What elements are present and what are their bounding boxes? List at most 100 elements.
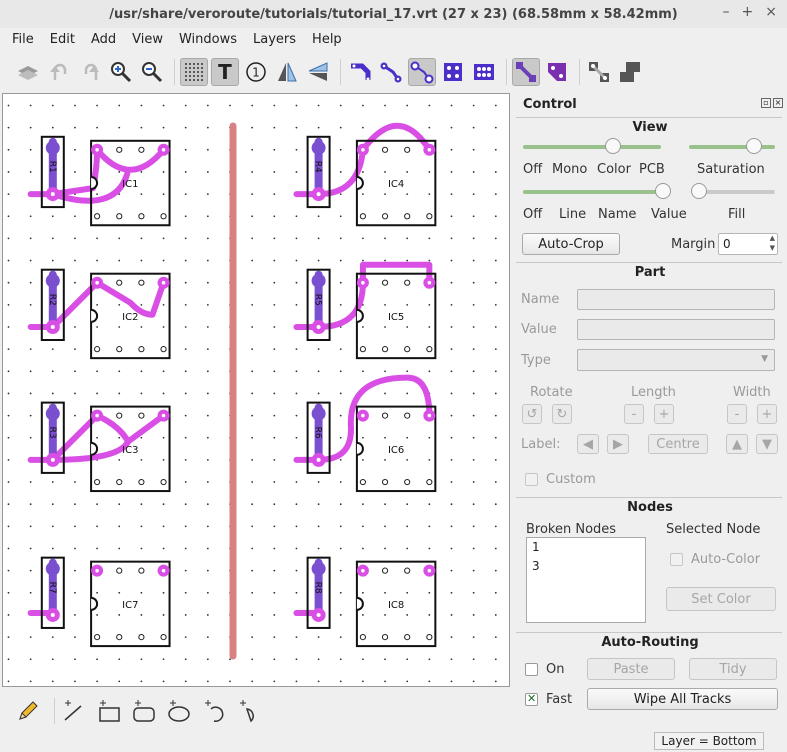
grid-dot	[7, 591, 10, 594]
grid-dot	[273, 348, 276, 351]
minimize-button[interactable]: –	[723, 4, 730, 20]
add-line-icon[interactable]	[60, 697, 88, 725]
width-minus-button[interactable]: -	[727, 404, 747, 424]
add-rect-icon[interactable]	[95, 697, 123, 725]
track-style-1-icon[interactable]	[346, 58, 374, 86]
zoom-out-icon[interactable]	[138, 58, 166, 86]
saturation-slider[interactable]	[689, 145, 775, 149]
set-color-button[interactable]: Set Color	[666, 587, 776, 611]
fast-checkbox[interactable]	[525, 692, 538, 706]
label-right-button[interactable]: ▶	[607, 434, 629, 454]
ic-pin-hole	[361, 568, 365, 573]
label-centre-button[interactable]: Centre	[648, 434, 708, 454]
fill-slider[interactable]	[699, 190, 775, 194]
close-button[interactable]: ×	[765, 4, 777, 20]
grid-dot	[384, 614, 386, 616]
rotate-ccw-button[interactable]: ↺	[522, 404, 542, 424]
list-item[interactable]: 1	[527, 538, 645, 557]
auto-crop-button[interactable]: Auto-Crop	[522, 233, 620, 255]
zoom-in-icon[interactable]	[107, 58, 135, 86]
grid-icon[interactable]	[180, 58, 208, 86]
menu-file[interactable]: File	[4, 32, 42, 47]
name-field[interactable]	[577, 289, 775, 310]
undo-icon[interactable]	[45, 58, 73, 86]
grid-dot	[339, 658, 342, 661]
menu-layers[interactable]: Layers	[245, 32, 304, 47]
add-rounded-rect-icon[interactable]	[130, 697, 158, 725]
grid-dot	[494, 193, 497, 195]
diagonal-2-icon[interactable]	[543, 58, 571, 86]
track-style-2-icon[interactable]	[377, 58, 405, 86]
ic-pin	[359, 634, 366, 641]
fill-slider-handle[interactable]	[691, 183, 707, 199]
diagonal-1-icon[interactable]	[512, 58, 540, 86]
grid-dot	[472, 193, 475, 195]
label-left-button[interactable]: ◀	[577, 434, 599, 454]
resistor-label: R4	[313, 161, 323, 173]
menu-windows[interactable]: Windows	[171, 32, 245, 47]
length-plus-button[interactable]: +	[654, 404, 674, 424]
menu-edit[interactable]: Edit	[42, 32, 83, 47]
add-ellipse-icon[interactable]	[165, 697, 193, 725]
grid-dot	[184, 303, 187, 306]
pencil-icon[interactable]	[14, 697, 42, 725]
grid-dot	[74, 126, 76, 129]
type-select[interactable]: ▼	[577, 349, 775, 371]
track-style-3-icon[interactable]	[408, 58, 436, 86]
mirror-tb-icon[interactable]	[304, 58, 332, 86]
diagonal-3-icon[interactable]	[585, 58, 613, 86]
float-icon[interactable]: ▫	[761, 98, 771, 108]
tidy-button[interactable]: Tidy	[689, 658, 777, 680]
value-field[interactable]	[577, 319, 775, 340]
broken-nodes-list[interactable]: 1 3	[526, 537, 646, 623]
grid-dot	[74, 503, 76, 506]
diagonal-4-icon[interactable]	[616, 58, 644, 86]
mirror-lr-icon[interactable]	[273, 58, 301, 86]
menu-help[interactable]: Help	[304, 32, 350, 47]
board-canvas[interactable]: IC1 R1 IC2 R2 IC3 R3 IC4 R4 IC5 R5 IC6 R6 IC7 R7 IC8 R8	[2, 93, 510, 687]
redo-icon[interactable]	[76, 58, 104, 86]
layers-icon[interactable]	[14, 58, 42, 86]
grid-dot	[7, 126, 10, 129]
text-slider-handle[interactable]	[655, 183, 671, 199]
grid-dot	[29, 636, 32, 638]
grid-dot	[74, 392, 76, 395]
grid-dot	[162, 525, 165, 528]
list-item[interactable]: 3	[527, 557, 645, 576]
menu-view[interactable]: View	[124, 32, 171, 47]
ic-pin	[116, 634, 123, 641]
pad-style-1-icon[interactable]	[439, 58, 467, 86]
saturation-slider-handle[interactable]	[745, 138, 762, 154]
spin-up-icon[interactable]: ▲	[770, 234, 775, 242]
width-plus-button[interactable]: +	[757, 404, 777, 424]
layer-indicator[interactable]: Layer = Bottom	[654, 732, 764, 750]
grid-dot	[317, 104, 320, 107]
number-icon[interactable]: 1	[242, 58, 270, 86]
rotate-cw-button[interactable]: ↻	[552, 404, 572, 424]
routing-on-checkbox[interactable]	[525, 663, 538, 676]
grid-dot	[184, 569, 187, 572]
maximize-button[interactable]: +	[742, 4, 754, 20]
text-slider[interactable]	[523, 190, 663, 194]
wipe-all-tracks-button[interactable]: Wipe All Tracks	[587, 688, 778, 710]
custom-checkbox[interactable]	[525, 473, 538, 486]
view-slider-handle[interactable]	[604, 138, 621, 154]
grid-dot	[295, 171, 298, 173]
view-slider[interactable]	[523, 145, 661, 149]
text-icon[interactable]: T	[211, 58, 239, 86]
add-chord-icon[interactable]	[235, 697, 263, 725]
grid-dot	[406, 326, 409, 328]
add-arc-icon[interactable]	[200, 697, 228, 725]
grid-dot	[362, 680, 364, 683]
margin-spinbox[interactable]: 0 ▲ ▼	[718, 233, 778, 255]
label-down-button[interactable]: ▼	[756, 434, 778, 454]
pad-style-2-icon[interactable]	[470, 58, 498, 86]
label-up-button[interactable]: ▲	[726, 434, 748, 454]
close-icon[interactable]: ×	[773, 98, 783, 108]
auto-color-checkbox[interactable]	[670, 553, 683, 566]
length-minus-button[interactable]: -	[624, 404, 644, 424]
spin-down-icon[interactable]: ▼	[770, 244, 775, 252]
menu-add[interactable]: Add	[83, 32, 124, 47]
ic-pin	[426, 478, 433, 486]
paste-button[interactable]: Paste	[587, 658, 675, 680]
